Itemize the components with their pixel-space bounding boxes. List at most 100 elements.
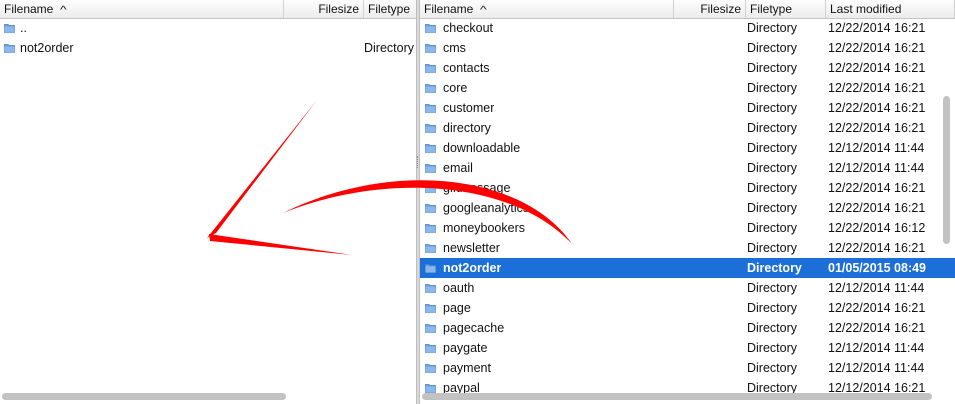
remote-filename-header-label: Filename: [424, 2, 474, 16]
remote-row[interactable]: downloadable Directory 12/12/2014 11:44: [420, 138, 955, 158]
local-horizontal-scrollbar[interactable]: [2, 393, 286, 400]
remote-filename: newsletter: [443, 241, 500, 255]
local-filename-column-header[interactable]: Filename ^: [0, 0, 284, 18]
remote-row[interactable]: directory Directory 12/22/2014 16:21: [420, 118, 955, 138]
remote-row[interactable]: page Directory 12/22/2014 16:21: [420, 298, 955, 318]
folder-icon: [425, 323, 436, 333]
remote-filetype: Directory: [747, 41, 798, 55]
remote-row[interactable]: newsletter Directory 12/22/2014 16:21: [420, 238, 955, 258]
remote-modified: 12/22/2014 16:21: [828, 301, 926, 315]
remote-filename: paygate: [443, 341, 488, 355]
folder-icon: [425, 263, 436, 273]
remote-filetype: Directory: [747, 361, 798, 375]
remote-filename: not2order: [443, 261, 502, 275]
remote-filetype: Directory: [747, 121, 798, 135]
remote-filename: email: [443, 161, 473, 175]
remote-row[interactable]: cms Directory 12/22/2014 16:21: [420, 38, 955, 58]
remote-row[interactable]: googleanalytics Directory 12/22/2014 16:21: [420, 198, 955, 218]
remote-filename: moneybookers: [443, 221, 525, 235]
remote-row[interactable]: core Directory 12/22/2014 16:21: [420, 78, 955, 98]
folder-icon: [425, 83, 436, 93]
folder-icon: [425, 123, 436, 133]
remote-modified: 12/22/2014 16:12: [828, 221, 926, 235]
remote-row[interactable]: payment Directory 12/12/2014 11:44: [420, 358, 955, 378]
remote-filename: pagecache: [443, 321, 505, 335]
remote-filesize-column-header[interactable]: Filesize: [674, 0, 746, 18]
folder-icon: [425, 303, 436, 313]
folder-icon: [425, 23, 436, 33]
remote-modified: 12/22/2014 16:21: [828, 21, 926, 35]
remote-modified: 12/12/2014 11:44: [828, 161, 925, 175]
local-filesize-header-label: Filesize: [318, 2, 359, 16]
remote-filename: cms: [443, 41, 466, 55]
remote-filename: oauth: [443, 281, 475, 295]
remote-filetype: Directory: [747, 341, 798, 355]
remote-modified: 12/12/2014 11:44: [828, 281, 925, 295]
remote-modified: 12/22/2014 16:21: [828, 81, 926, 95]
remote-filename-column-header[interactable]: Filename ^: [420, 0, 674, 18]
folder-icon: [425, 103, 436, 113]
local-row[interactable]: not2order Directory: [0, 38, 416, 58]
folder-icon: [425, 183, 436, 193]
remote-row[interactable]: contacts Directory 12/22/2014 16:21: [420, 58, 955, 78]
remote-filetype: Directory: [747, 201, 798, 215]
remote-row[interactable]: paygate Directory 12/12/2014 11:44: [420, 338, 955, 358]
remote-modified: 12/12/2014 11:44: [828, 141, 925, 155]
remote-filetype-header-label: Filetype: [750, 2, 793, 16]
folder-icon: [425, 283, 436, 293]
remote-filesize-header-label: Filesize: [700, 2, 741, 16]
remote-row[interactable]: giftmessage Directory 12/22/2014 16:21: [420, 178, 955, 198]
remote-modified: 12/22/2014 16:21: [828, 241, 926, 255]
folder-icon: [425, 363, 436, 373]
remote-filetype: Directory: [747, 241, 798, 255]
folder-icon: [425, 143, 436, 153]
local-filename-header-label: Filename: [4, 2, 54, 16]
local-row[interactable]: ..: [0, 18, 416, 38]
folder-icon: [4, 43, 15, 53]
remote-row[interactable]: not2order Directory 01/05/2015 08:49: [420, 258, 955, 278]
remote-filename: payment: [443, 361, 491, 375]
remote-horizontal-scrollbar[interactable]: [422, 393, 932, 400]
folder-icon: [425, 223, 436, 233]
remote-modified: 12/22/2014 16:21: [828, 321, 926, 335]
local-column-header: Filename ^ Filesize Filetype: [0, 0, 416, 19]
remote-filetype: Directory: [747, 81, 798, 95]
local-filetype-column-header[interactable]: Filetype: [364, 0, 416, 18]
remote-file-pane[interactable]: Filename ^ Filesize Filetype Last modifie…: [420, 0, 955, 404]
remote-modified: 12/22/2014 16:21: [828, 181, 926, 195]
remote-filetype: Directory: [747, 261, 802, 275]
folder-icon: [425, 63, 436, 73]
remote-filetype: Directory: [747, 221, 798, 235]
remote-modified: 12/12/2014 11:44: [828, 341, 925, 355]
remote-modified: 01/05/2015 08:49: [828, 261, 927, 275]
remote-row[interactable]: oauth Directory 12/12/2014 11:44: [420, 278, 955, 298]
local-filesize-column-header[interactable]: Filesize: [284, 0, 364, 18]
remote-filename: giftmessage: [443, 181, 511, 195]
remote-modified: 12/22/2014 16:21: [828, 101, 926, 115]
folder-icon: [425, 243, 436, 253]
remote-filename: directory: [443, 121, 491, 135]
remote-filetype: Directory: [747, 181, 798, 195]
remote-row[interactable]: pagecache Directory 12/22/2014 16:21: [420, 318, 955, 338]
remote-filename: googleanalytics: [443, 201, 530, 215]
local-filename: not2order: [20, 41, 74, 55]
remote-row[interactable]: customer Directory 12/22/2014 16:21: [420, 98, 955, 118]
remote-vertical-scrollbar[interactable]: [943, 96, 950, 244]
remote-row[interactable]: email Directory 12/12/2014 11:44: [420, 158, 955, 178]
remote-row[interactable]: checkout Directory 12/22/2014 16:21: [420, 18, 955, 38]
local-file-pane[interactable]: Filename ^ Filesize Filetype .. not2order D…: [0, 0, 416, 404]
remote-modified: 12/22/2014 16:21: [828, 201, 926, 215]
remote-filetype-column-header[interactable]: Filetype: [746, 0, 826, 18]
local-filetype: Directory: [364, 41, 415, 55]
remote-row[interactable]: moneybookers Directory 12/22/2014 16:12: [420, 218, 955, 238]
remote-filename: downloadable: [443, 141, 521, 155]
remote-filename: customer: [443, 101, 495, 115]
remote-filename: contacts: [443, 61, 490, 75]
remote-modified-column-header[interactable]: Last modified: [826, 0, 955, 18]
remote-filetype: Directory: [747, 21, 798, 35]
remote-filetype: Directory: [747, 61, 798, 75]
remote-filetype: Directory: [747, 301, 798, 315]
remote-modified: 12/22/2014 16:21: [828, 61, 926, 75]
remote-filetype: Directory: [747, 101, 798, 115]
remote-filetype: Directory: [747, 161, 798, 175]
